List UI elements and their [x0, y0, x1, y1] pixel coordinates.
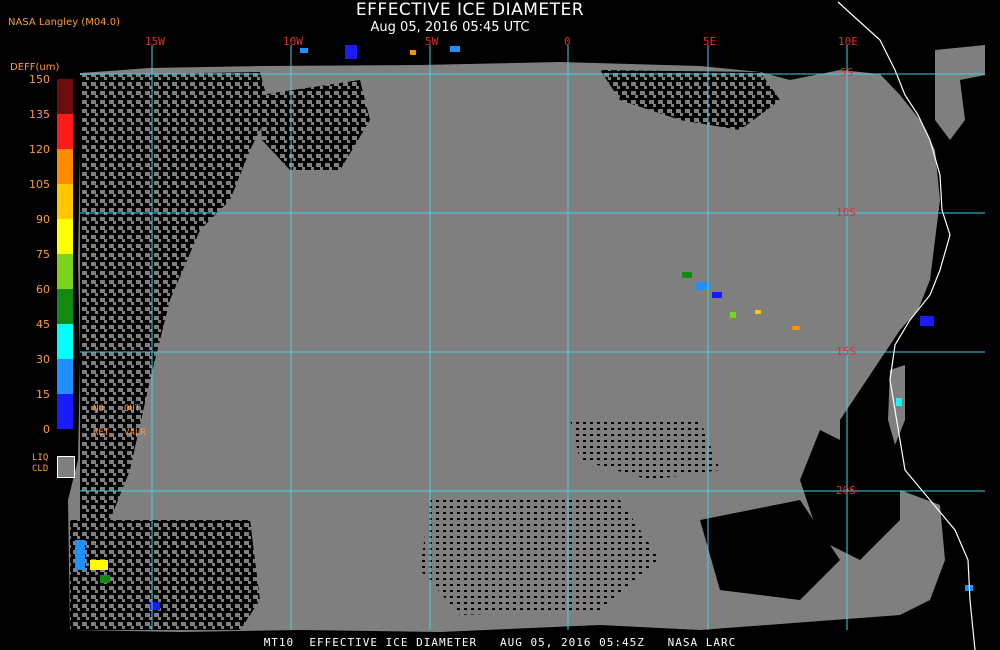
clear-region-sw — [70, 520, 260, 630]
colorbar-swatch — [57, 394, 73, 429]
legend-tick: 105 — [29, 178, 50, 191]
lon-label-5e: 5E — [703, 35, 717, 48]
lon-label-5w: 5W — [425, 35, 439, 48]
legend-tick: 60 — [36, 283, 50, 296]
no-label: NO — [93, 404, 104, 414]
legend-tick: 135 — [29, 108, 50, 121]
legend-tick: 30 — [36, 353, 50, 366]
out-label: OUT — [124, 404, 141, 414]
lon-label-15w: 15W — [145, 35, 165, 48]
colorbar-swatch — [57, 79, 73, 114]
colorbar-swatch — [57, 184, 73, 219]
colorbar-swatch — [57, 114, 73, 149]
colorbar — [57, 79, 73, 429]
colorbar-swatch — [57, 254, 73, 289]
colorbar-swatch — [57, 149, 73, 184]
cloud-east — [935, 45, 985, 140]
colorbar-swatch — [57, 324, 73, 359]
liq-cld-label: LIQ CLD — [32, 453, 48, 475]
legend-tick: 75 — [36, 248, 50, 261]
legend-tick: 0 — [43, 423, 50, 436]
valr-label: VALR — [124, 428, 146, 438]
footer-caption: MT10 EFFECTIVE ICE DIAMETER AUG 05, 2016… — [263, 636, 737, 649]
map-timestamp: Aug 05, 2016 05:45 UTC — [370, 20, 530, 35]
map-title: EFFECTIVE ICE DIAMETER — [355, 0, 585, 20]
legend-tick: 90 — [36, 213, 50, 226]
liq-label: LIQ — [32, 453, 49, 463]
lon-label-10w: 10W — [283, 35, 303, 48]
lon-label-10e: 10E — [838, 35, 858, 48]
ret-label: RET — [93, 428, 110, 438]
lat-label-5s: 5S — [840, 66, 854, 79]
colorbar-swatch — [57, 289, 73, 324]
legend-title: DEFF(um) — [10, 62, 60, 73]
legend-tick: 150 — [29, 73, 50, 86]
cld-label: CLD — [32, 464, 49, 474]
lat-label-15s: 15S — [836, 345, 856, 358]
source-label: NASA Langley (M04.0) — [8, 17, 120, 28]
legend-tick: 15 — [36, 388, 50, 401]
lat-label-20s: 20S — [836, 484, 856, 497]
legend-tick: 120 — [29, 143, 50, 156]
legend-tick: 45 — [36, 318, 50, 331]
satellite-map — [68, 1, 985, 650]
colorbar-swatch — [57, 359, 73, 394]
lon-label-0: 0 — [564, 35, 571, 48]
lat-label-10s: 10S — [836, 206, 856, 219]
colorbar-swatch — [57, 219, 73, 254]
liquid-cloud-swatch — [57, 456, 75, 478]
